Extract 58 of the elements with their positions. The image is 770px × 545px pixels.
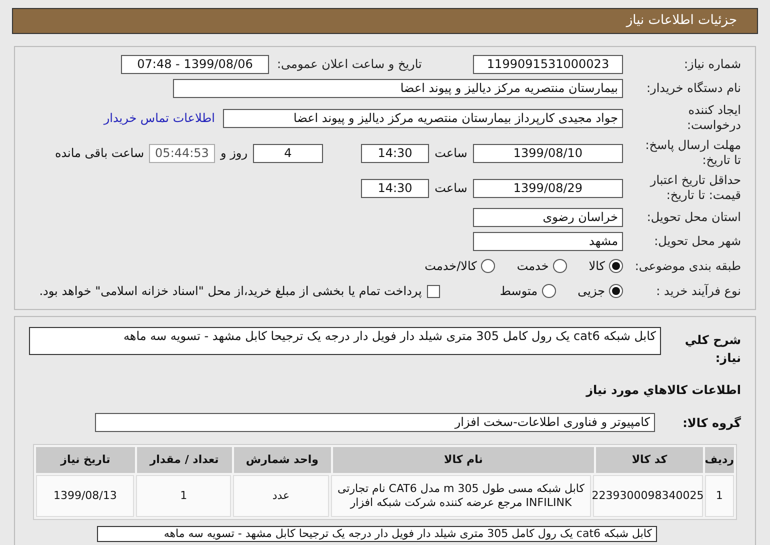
group-label: گروه کالا: <box>682 414 741 432</box>
deadline-time-field: 14:30 <box>361 144 429 162</box>
page-title: جزئیات اطلاعات نیاز <box>626 12 737 30</box>
remaining-label: ساعت باقی مانده <box>54 145 144 162</box>
payment-label: پرداخت تمام یا بخشی از مبلغ خرید،از محل "اسناد خزانه اسلامی" خواهد بود. <box>39 283 422 300</box>
radio-label: کالا/خدمت <box>424 258 477 275</box>
field-label: تاریخ و ساعت اعلان عمومی: <box>277 57 422 72</box>
validity-date-field: 1399/08/29 <box>473 178 623 198</box>
city-field: مشهد <box>473 232 623 251</box>
field-label: ایجاد کننده درخواست: <box>686 103 741 133</box>
days-label: روز و <box>219 145 248 162</box>
table-cell: 2239300098340025 <box>592 475 703 517</box>
table-cell: کابل شبکه مسی طول 305 m مدل CAT6 نام تجارتی INFILINK مرجع عرضه کننده شرکت شبکه افزار <box>331 475 591 517</box>
creator-field: جواد مجیدی کارپرداز بیمارستان منتصریه مرکز دیالیز و پیوند اعضا <box>223 108 623 128</box>
radio-button[interactable] <box>552 259 567 273</box>
field-label: طبقه بندی موضوعی: <box>634 258 741 274</box>
validity-time-field: 14:30 <box>361 178 429 198</box>
group-field: کامپیوتر و فناوری اطلاعات-سخت افزار <box>95 413 655 432</box>
column-header: ردیف <box>704 447 734 473</box>
radio-label: جزیی <box>578 283 605 300</box>
note-field: کابل شبکه cat6 یک رول کامل 305 متری شیلد دار فویل دار درجه یک ترجیحا کابل مشهد - تسویه سه ماهه <box>97 526 657 542</box>
radio-button[interactable] <box>609 284 623 298</box>
table-cell: 1399/08/13 <box>36 475 134 517</box>
table-cell: 1 <box>704 475 734 517</box>
time-label: ساعت <box>434 180 468 197</box>
section-title: اطلاعات کالاهاي مورد نیاز <box>584 382 741 399</box>
radio-button[interactable] <box>609 259 623 273</box>
table-cell: 1 <box>136 475 231 517</box>
province-field: خراسان رضوی <box>473 208 623 227</box>
table-cell: عدد <box>232 475 330 517</box>
description-label: شرح کلي نیاز: <box>684 332 741 367</box>
column-header: تاریخ نیاز <box>36 447 135 473</box>
description-field: کابل شبکه cat6 یک رول کامل 305 متری شیلد دار فویل دار درجه یک ترجیحا کابل مشهد - تسویه سه ماهه <box>29 327 661 355</box>
field-label: استان محل تحویل: <box>646 210 741 225</box>
field-label: شماره نیاز: <box>683 57 741 72</box>
radio-label: کالا <box>588 258 605 275</box>
buyer-field: بیمارستان منتصریه مرکز دیالیز و پیوند اعضا <box>173 79 623 98</box>
field-label: نام دستگاه خریدار: <box>646 81 741 96</box>
field-label: نوع فرآیند خرید : <box>655 284 741 298</box>
column-header: نام کالا <box>332 447 594 473</box>
column-header: کد کالا <box>596 447 703 473</box>
radio-button[interactable] <box>542 284 556 298</box>
radio-label: خدمت <box>516 258 549 275</box>
field-label: حداقل تاریخ اعتبار قیمت: تا تاریخ: <box>648 173 741 203</box>
radio-button[interactable] <box>480 259 495 273</box>
column-header: تعداد / مقدار <box>136 447 232 473</box>
field-label: مهلت ارسال پاسخ: تا تاریخ: <box>644 138 741 168</box>
announce-date-field: 1399/08/06 - 07:48 <box>121 55 269 74</box>
column-header: واحد شمارش <box>234 447 331 473</box>
field-label: شهر محل تحویل: <box>653 234 741 249</box>
checkbox[interactable] <box>426 284 440 298</box>
deadline-date-field: 1399/08/10 <box>473 144 623 162</box>
time-label: ساعت <box>434 145 468 162</box>
contact-link[interactable]: اطلاعات تماس خریدار <box>104 109 215 127</box>
need-number-field: 1199091531000023 <box>473 55 623 74</box>
days-field: 4 <box>253 144 323 162</box>
remaining-time-field: 05:44:53 <box>149 144 215 162</box>
radio-label: متوسط <box>500 283 538 300</box>
